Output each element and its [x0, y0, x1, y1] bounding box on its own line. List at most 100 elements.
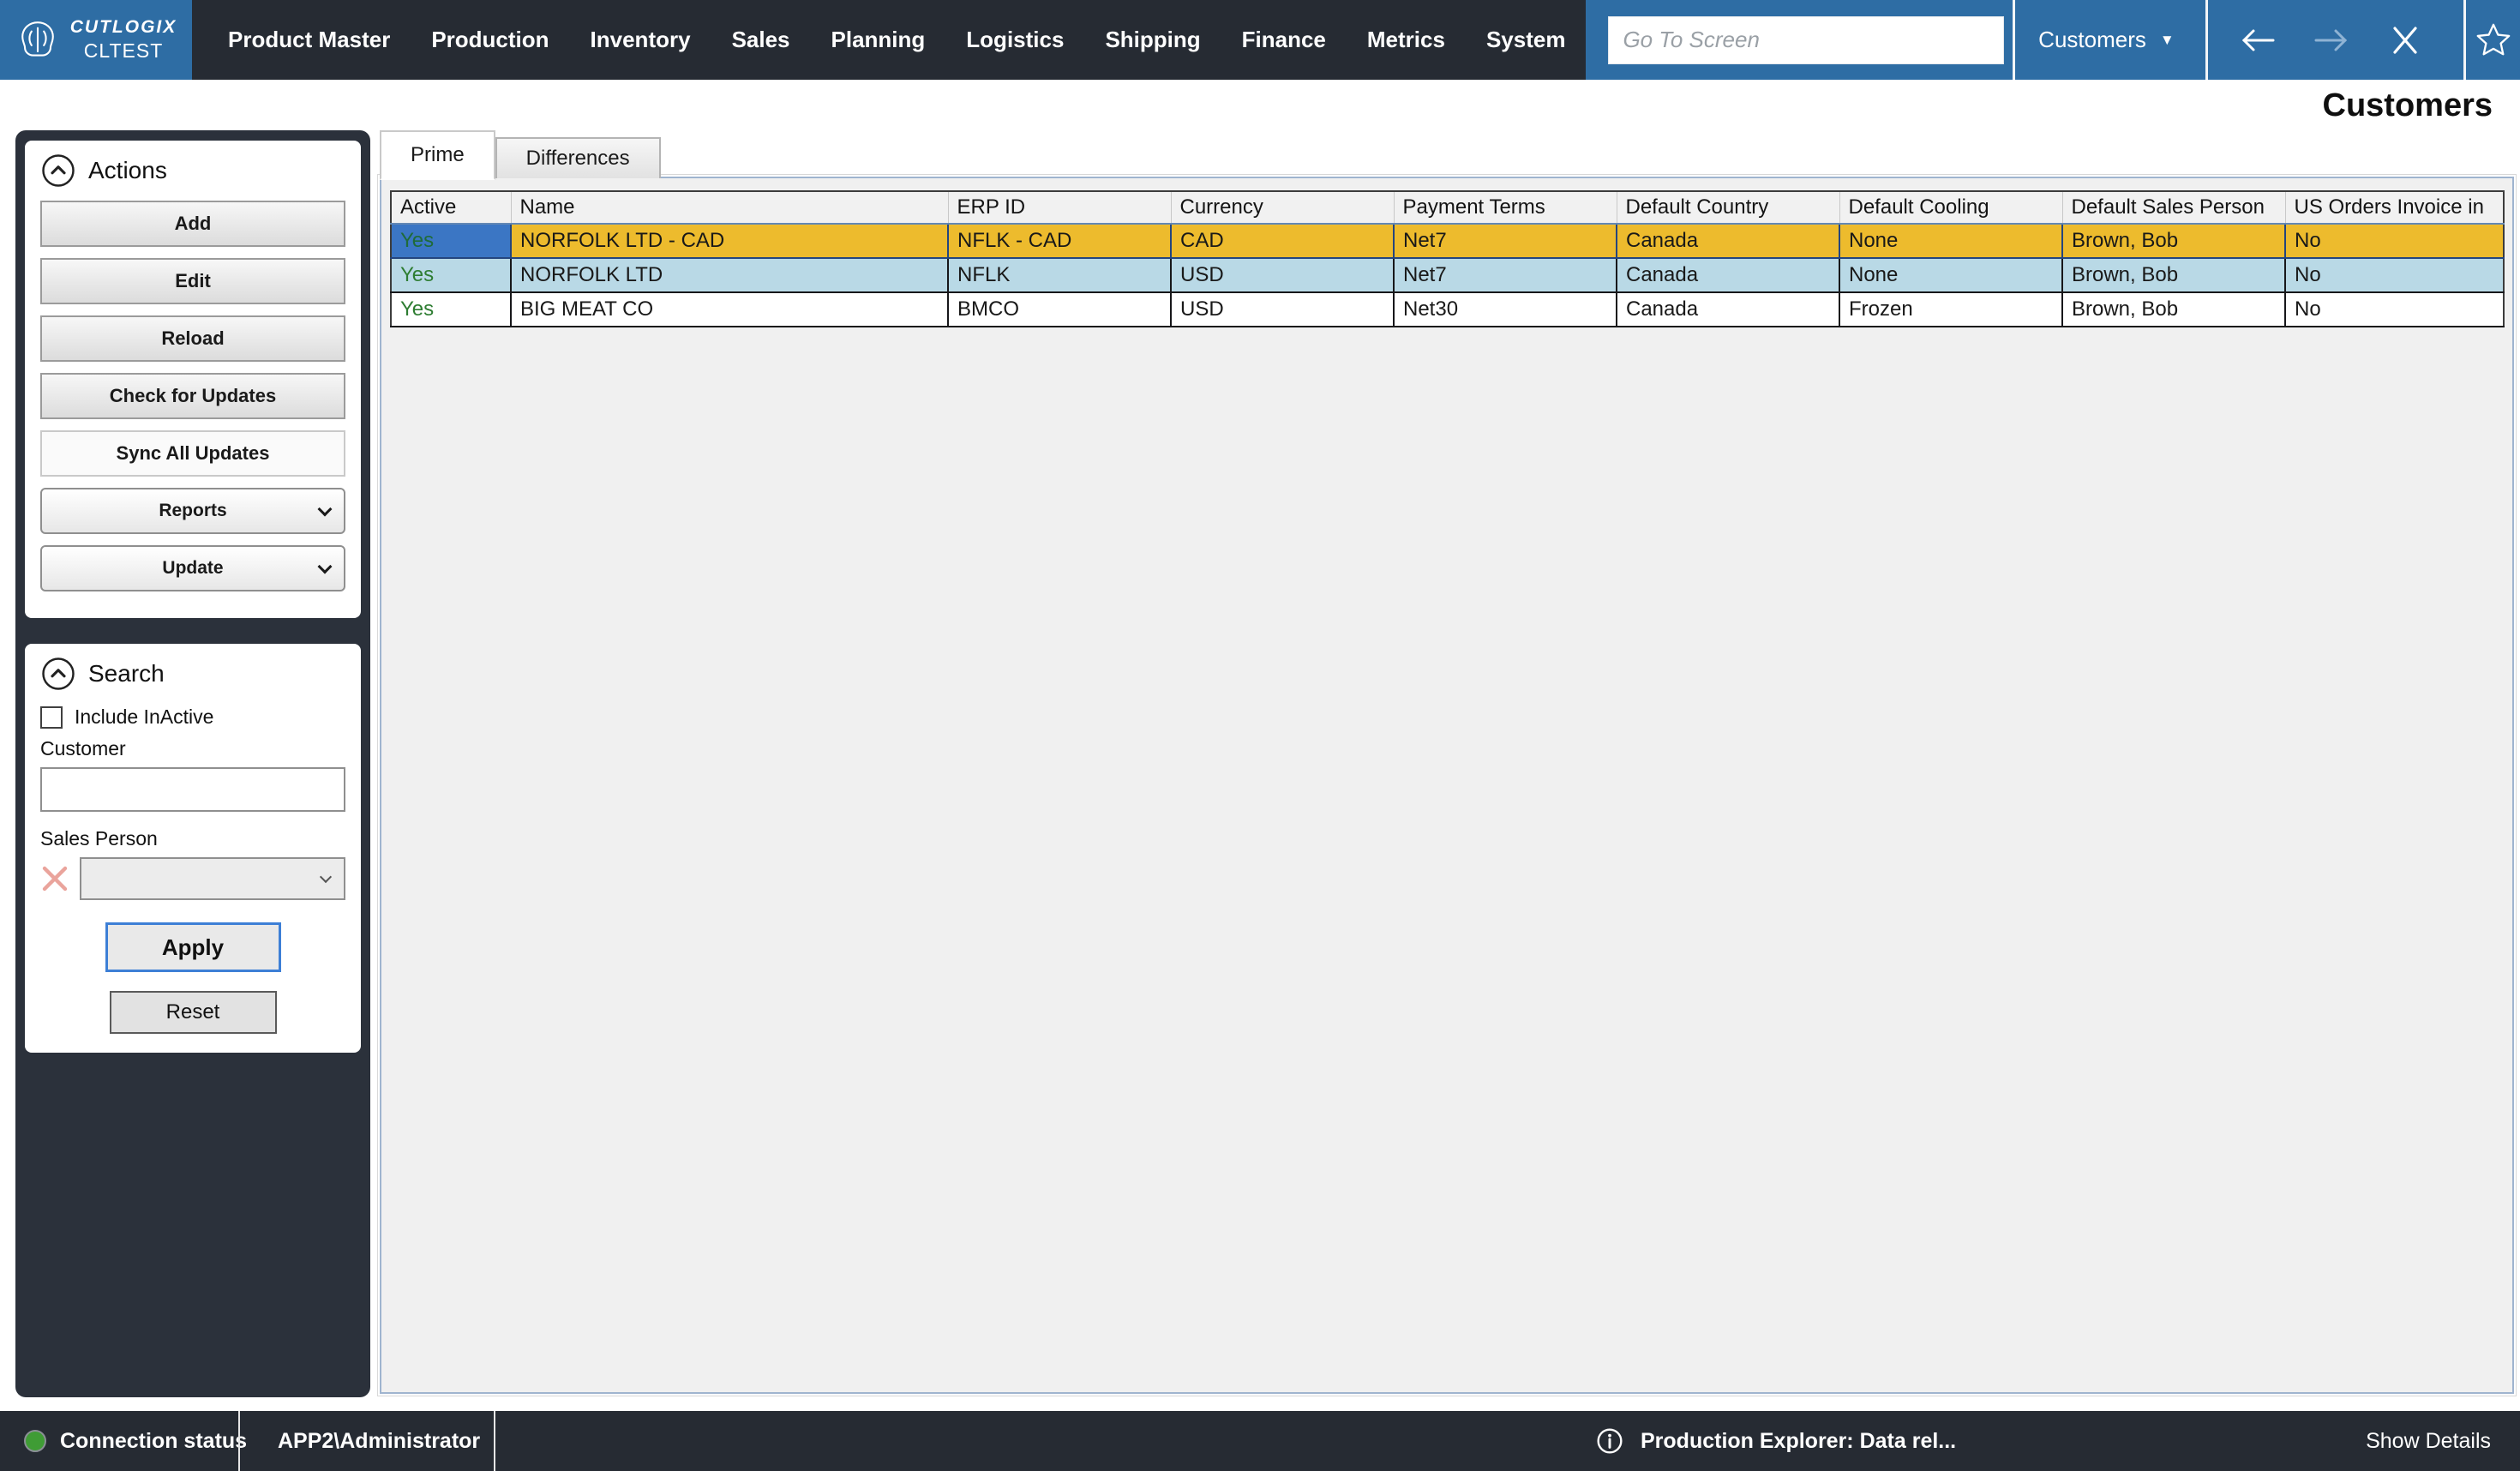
- table-cell: Net7: [1394, 258, 1617, 292]
- clear-selection-icon[interactable]: [40, 864, 69, 893]
- nav-item-product-master[interactable]: Product Master: [207, 0, 411, 80]
- include-inactive-row: Include InActive: [40, 705, 345, 729]
- table-cell: None: [1839, 258, 2062, 292]
- chevron-down-icon: ▼: [2160, 32, 2175, 49]
- back-arrow-icon: [2239, 25, 2277, 56]
- column-header-payment-terms[interactable]: Payment Terms: [1394, 191, 1617, 224]
- info-icon: [1596, 1427, 1623, 1455]
- customer-input[interactable]: [40, 767, 345, 812]
- go-to-screen-input[interactable]: [1608, 16, 2004, 64]
- chevron-down-icon: [318, 502, 333, 517]
- table-cell: Brown, Bob: [2062, 258, 2285, 292]
- table-row[interactable]: YesBIG MEAT COBMCOUSDNet30CanadaFrozenBr…: [391, 292, 2504, 327]
- app-logo[interactable]: CUTLOGIX CLTEST: [0, 0, 192, 80]
- back-button[interactable]: [2234, 16, 2282, 64]
- customer-label: Customer: [40, 737, 345, 760]
- screen-selector-label: Customers: [2038, 27, 2146, 53]
- search-panel-header: Search: [40, 656, 345, 692]
- nav-item-production[interactable]: Production: [411, 0, 569, 80]
- update-label: Update: [162, 558, 223, 579]
- logo-text: CUTLOGIX CLTEST: [70, 17, 177, 63]
- column-header-default-cooling[interactable]: Default Cooling: [1839, 191, 2062, 224]
- collapse-chevron-icon[interactable]: [40, 153, 76, 189]
- close-screen-button[interactable]: [2381, 16, 2429, 64]
- sales-person-row: [40, 857, 345, 900]
- column-header-currency[interactable]: Currency: [1171, 191, 1394, 224]
- table-cell: CAD: [1171, 224, 1394, 258]
- screen-selector-dropdown[interactable]: Customers ▼: [2015, 27, 2197, 53]
- table-cell: NFLK: [948, 258, 1171, 292]
- nav-item-inventory[interactable]: Inventory: [570, 0, 711, 80]
- column-header-us-orders-invoice-in[interactable]: US Orders Invoice in: [2285, 191, 2504, 224]
- reload-button[interactable]: Reload: [40, 315, 345, 362]
- tab-differences[interactable]: Differences: [495, 137, 661, 178]
- table-cell: Brown, Bob: [2062, 292, 2285, 327]
- table-cell: Yes: [391, 258, 511, 292]
- nav-right-section: Customers ▼: [1586, 0, 2520, 80]
- nav-item-logistics[interactable]: Logistics: [945, 0, 1084, 80]
- reports-dropdown-button[interactable]: Reports: [40, 488, 345, 534]
- check-for-updates-button[interactable]: Check for Updates: [40, 373, 345, 419]
- nav-item-planning[interactable]: Planning: [811, 0, 946, 80]
- tab-prime[interactable]: Prime: [380, 130, 495, 180]
- connection-status-section: Connection status: [0, 1411, 238, 1471]
- star-icon: [2474, 21, 2513, 60]
- forward-button[interactable]: [2307, 16, 2355, 64]
- sales-person-combobox[interactable]: [80, 857, 345, 900]
- update-dropdown-button[interactable]: Update: [40, 545, 345, 591]
- chevron-down-icon: [320, 871, 332, 883]
- column-header-name[interactable]: Name: [511, 191, 948, 224]
- customers-table: ActiveNameERP IDCurrencyPayment TermsDef…: [390, 190, 2505, 327]
- add-button[interactable]: Add: [40, 201, 345, 247]
- table-cell: No: [2285, 292, 2504, 327]
- favorite-button[interactable]: [2466, 21, 2520, 60]
- table-cell: NORFOLK LTD: [511, 258, 948, 292]
- nav-item-sales[interactable]: Sales: [711, 0, 811, 80]
- grid-header-row: ActiveNameERP IDCurrencyPayment TermsDef…: [391, 191, 2504, 224]
- environment-name: CLTEST: [84, 39, 163, 63]
- nav-item-shipping[interactable]: Shipping: [1084, 0, 1221, 80]
- column-header-active[interactable]: Active: [391, 191, 511, 224]
- nav-item-system[interactable]: System: [1466, 0, 1587, 80]
- table-row[interactable]: YesNORFOLK LTDNFLKUSDNet7CanadaNoneBrown…: [391, 258, 2504, 292]
- current-user-label: APP2\Administrator: [278, 1429, 480, 1454]
- column-header-default-country[interactable]: Default Country: [1617, 191, 1839, 224]
- reset-button[interactable]: Reset: [110, 991, 277, 1034]
- sync-all-updates-button[interactable]: Sync All Updates: [40, 430, 345, 477]
- nav-item-metrics[interactable]: Metrics: [1347, 0, 1466, 80]
- chevron-down-icon: [318, 560, 333, 574]
- reports-label: Reports: [159, 501, 226, 521]
- page-title: Customers: [2323, 87, 2493, 124]
- show-details-button[interactable]: Show Details: [2366, 1411, 2491, 1471]
- table-cell: BIG MEAT CO: [511, 292, 948, 327]
- include-inactive-label: Include InActive: [75, 705, 213, 729]
- apply-button[interactable]: Apply: [105, 922, 281, 972]
- table-cell: Net7: [1394, 224, 1617, 258]
- grid-body: YesNORFOLK LTD - CADNFLK - CADCADNet7Can…: [391, 224, 2504, 327]
- actions-panel: Actions Add Edit Reload Check for Updates Sy…: [25, 141, 361, 618]
- top-navbar: CUTLOGIX CLTEST Product MasterProduction…: [0, 0, 2520, 80]
- column-header-erp-id[interactable]: ERP ID: [948, 191, 1171, 224]
- cutlogix-logo-icon: [15, 18, 60, 63]
- table-cell: BMCO: [948, 292, 1171, 327]
- brand-name: CUTLOGIX: [70, 17, 177, 38]
- table-cell: Canada: [1617, 292, 1839, 327]
- table-cell: Net30: [1394, 292, 1617, 327]
- column-header-default-sales-person[interactable]: Default Sales Person: [2062, 191, 2285, 224]
- actions-panel-header: Actions: [40, 153, 345, 189]
- table-cell: Canada: [1617, 258, 1839, 292]
- edit-button[interactable]: Edit: [40, 258, 345, 304]
- include-inactive-checkbox[interactable]: [40, 706, 63, 729]
- collapse-chevron-icon[interactable]: [40, 656, 76, 692]
- table-cell: None: [1839, 224, 2062, 258]
- table-cell: Yes: [391, 224, 511, 258]
- table-cell: No: [2285, 224, 2504, 258]
- connection-status-icon: [24, 1430, 46, 1452]
- nav-item-finance[interactable]: Finance: [1221, 0, 1347, 80]
- table-cell: NFLK - CAD: [948, 224, 1171, 258]
- status-bar: Connection status APP2\Administrator Pro…: [0, 1411, 2520, 1471]
- table-row[interactable]: YesNORFOLK LTD - CADNFLK - CADCADNet7Can…: [391, 224, 2504, 258]
- nav-history-icons: [2208, 16, 2455, 64]
- table-cell: USD: [1171, 292, 1394, 327]
- status-message: Production Explorer: Data rel...: [1596, 1411, 1956, 1471]
